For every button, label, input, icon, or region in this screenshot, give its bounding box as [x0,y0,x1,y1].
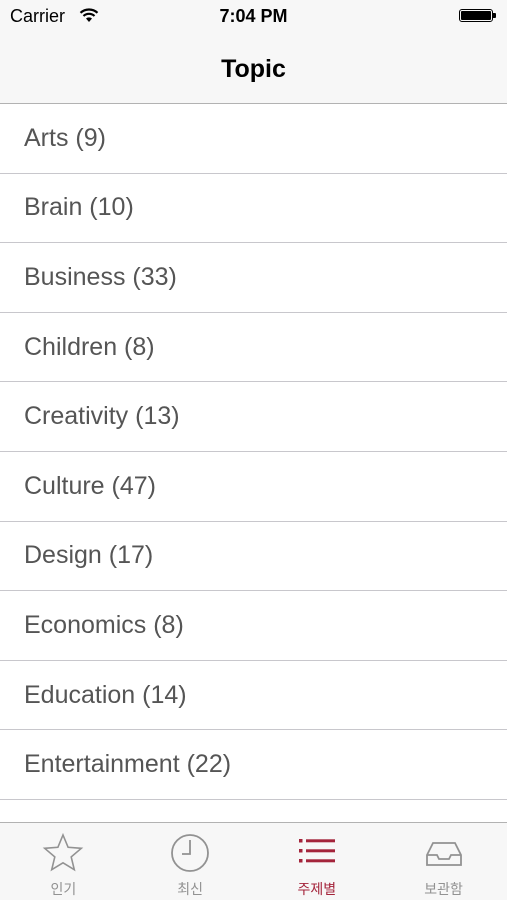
topic-row-economics[interactable]: Economics (8) [0,591,507,661]
inbox-icon [425,842,462,866]
topic-row-arts[interactable]: Arts (9) [0,104,507,174]
topic-row-business[interactable]: Business (33) [0,243,507,313]
topic-label: Brain (10) [24,193,134,222]
topic-row-design[interactable]: Design (17) [0,522,507,592]
tab-popular[interactable]: 인기 [0,823,127,901]
topic-row-creativity[interactable]: Creativity (13) [0,382,507,452]
tab-bar: 인기 최신 주제별 보관함 [0,822,507,900]
star-icon [43,832,84,872]
topic-label: Creativity (13) [24,402,180,431]
page-title: Topic [221,55,286,83]
topic-row-education[interactable]: Education (14) [0,661,507,731]
topic-label: Economics (8) [24,610,184,639]
tab-label: 인기 [50,881,77,897]
navigation-header: Carrier 7:04 PM Topic [0,0,507,104]
topic-label: Children (8) [24,332,155,361]
status-bar: Carrier 7:04 PM [0,0,507,33]
topic-row-partial[interactable] [0,800,507,822]
topic-row-children[interactable]: Children (8) [0,313,507,383]
topic-list[interactable]: Arts (9) Brain (10) Business (33) Childr… [0,104,507,822]
tab-by-topic[interactable]: 주제별 [254,823,381,901]
topic-label: Entertainment (22) [24,750,232,779]
tab-label: 최신 [177,881,203,897]
battery-icon [459,9,497,24]
clock-time: 7:04 PM [219,6,288,26]
tab-archive[interactable]: 보관함 [380,823,507,901]
list-icon [298,839,335,863]
clock-icon [171,834,210,872]
tab-label: 주제별 [297,881,337,897]
tab-label: 보관함 [424,881,463,897]
topic-row-culture[interactable]: Culture (47) [0,452,507,522]
tab-recent[interactable]: 최신 [127,823,254,901]
topic-row-entertainment[interactable]: Entertainment (22) [0,730,507,800]
topic-label: Education (14) [24,680,187,709]
topic-label: Business (33) [24,262,177,291]
topic-label: Design (17) [24,541,154,570]
topic-row-brain[interactable]: Brain (10) [0,174,507,244]
topic-label: Arts (9) [24,123,106,152]
topic-label: Culture (47) [24,471,156,500]
